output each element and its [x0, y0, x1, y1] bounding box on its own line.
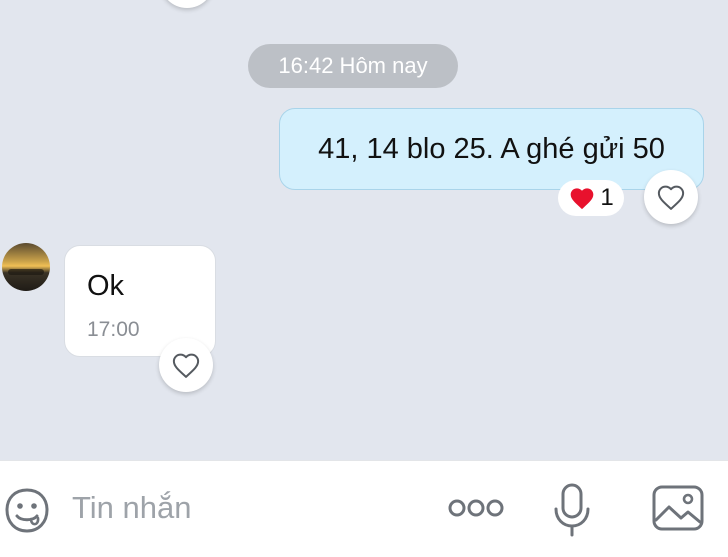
microphone-icon[interactable]	[552, 482, 592, 538]
like-button-previous[interactable]	[160, 0, 214, 8]
timestamp-chip: 16:42 Hôm nay	[248, 44, 458, 88]
incoming-message-text: Ok	[87, 270, 125, 302]
incoming-message-time: 17:00	[87, 318, 140, 341]
reaction-summary[interactable]: 1	[558, 180, 624, 216]
avatar[interactable]	[2, 243, 50, 291]
sticker-icon[interactable]	[2, 486, 52, 536]
red-heart-icon	[570, 188, 594, 210]
reaction-count: 1	[600, 184, 614, 211]
outgoing-message-text: 41, 14 blo 25. A ghé gửi 50	[318, 132, 665, 165]
chat-area[interactable]: 16:42 Hôm nay 41, 14 blo 25. A ghé gửi 5…	[0, 0, 728, 460]
more-icon[interactable]	[446, 494, 506, 522]
like-button-incoming[interactable]	[159, 338, 213, 392]
outgoing-message-bubble[interactable]: 41, 14 blo 25. A ghé gửi 50	[279, 108, 704, 190]
message-input[interactable]: Tin nhắn	[72, 490, 192, 526]
like-button-outgoing[interactable]	[644, 170, 698, 224]
image-icon[interactable]	[651, 484, 705, 532]
heart-outline-icon	[657, 185, 685, 210]
heart-outline-icon	[172, 353, 200, 378]
